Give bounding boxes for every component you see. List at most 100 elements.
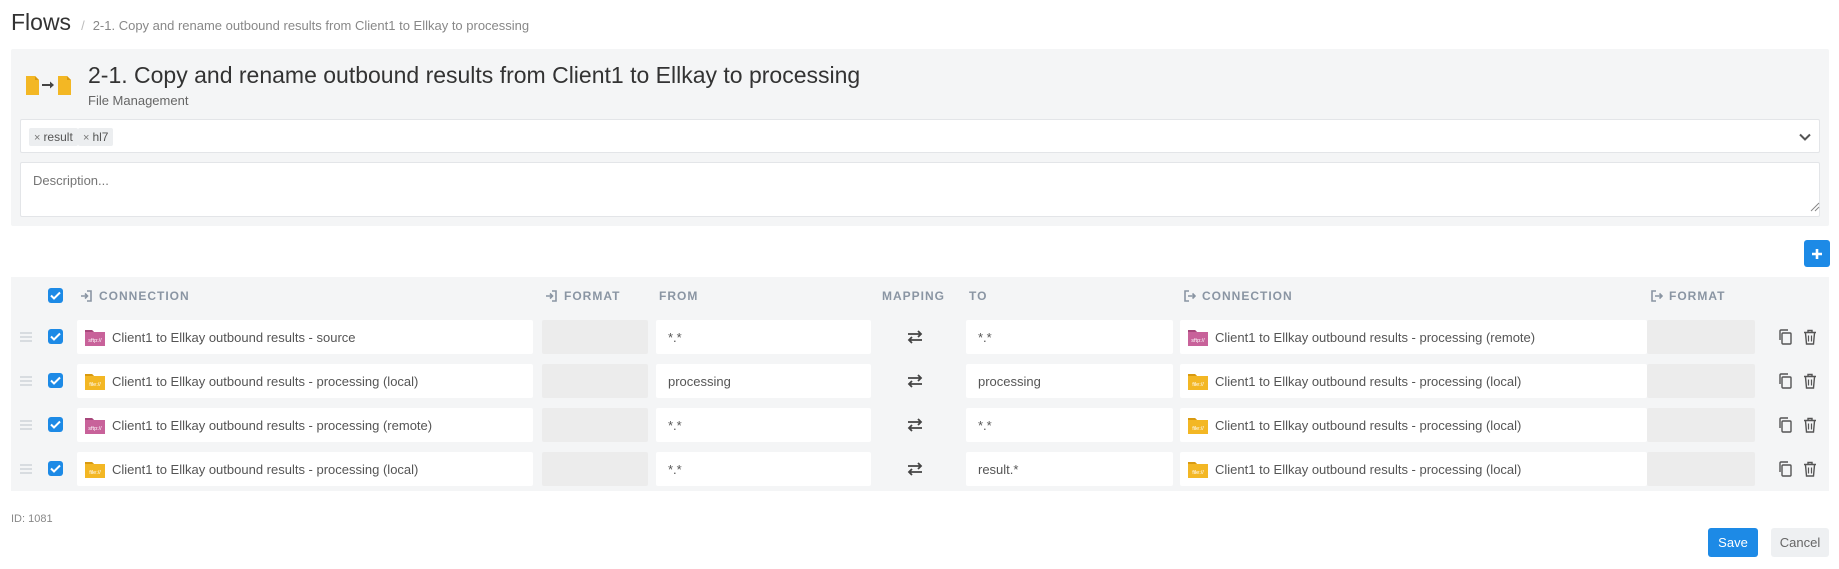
file-folder-icon: file:// [1188,462,1208,478]
target-format-select[interactable] [1647,364,1755,398]
header-to: TO [969,277,987,315]
tag-remove-button[interactable]: × [83,132,89,144]
save-button[interactable]: Save [1708,528,1758,557]
from-pattern-input[interactable]: *.* [656,452,871,486]
header-label: CONNECTION [99,289,190,303]
protocol-badge: file:// [1192,382,1204,388]
breadcrumb: Flows / 2-1. Copy and rename outbound re… [11,9,529,39]
exchange-icon[interactable] [906,373,924,389]
exchange-icon[interactable] [906,417,924,433]
to-pattern-input[interactable]: *.* [966,408,1173,442]
target-format-select[interactable] [1647,408,1755,442]
source-connection-label: Client1 to Ellkay outbound results - sou… [112,329,356,345]
target-connection-select[interactable]: file:// Client1 to Ellkay outbound resul… [1180,452,1647,486]
exchange-icon[interactable] [906,461,924,477]
resize-grip-icon[interactable] [1810,202,1820,212]
drag-handle-icon[interactable] [19,331,33,343]
header-mapping: MAPPING [882,277,945,315]
copy-icon[interactable] [1778,461,1792,477]
source-connection-label: Client1 to Ellkay outbound results - pro… [112,461,419,477]
header-format-out: FORMAT [1650,277,1725,315]
table-row: sftp:// Client1 to Ellkay outbound resul… [11,315,1829,359]
row-checkbox[interactable] [48,373,63,388]
source-format-select[interactable] [542,320,648,354]
drag-handle-icon[interactable] [19,419,33,431]
from-pattern-value: *.* [668,417,682,433]
drag-handle-icon[interactable] [19,463,33,475]
file-folder-icon: file:// [1188,374,1208,390]
sign-in-icon [81,290,92,302]
sign-out-icon [1184,290,1196,302]
copy-icon[interactable] [1778,417,1792,433]
sftp-folder-icon: sftp:// [85,330,105,346]
from-pattern-value: processing [668,373,731,389]
source-format-select[interactable] [542,408,648,442]
header-label: MAPPING [882,289,946,303]
flow-title[interactable]: 2-1. Copy and rename outbound results fr… [88,62,860,89]
plus-icon [1812,248,1822,259]
sftp-folder-icon: sftp:// [85,418,105,434]
target-connection-label: Client1 to Ellkay outbound results - pro… [1215,329,1536,345]
source-format-select[interactable] [542,364,648,398]
header-format-in: FORMAT [545,277,620,315]
to-pattern-value: result.* [978,461,1019,477]
protocol-badge: sftp:// [1191,338,1205,344]
trash-icon[interactable] [1803,373,1817,389]
to-pattern-value: *.* [978,329,992,345]
to-pattern-input[interactable]: *.* [966,320,1173,354]
source-format-select[interactable] [542,452,648,486]
trash-icon[interactable] [1803,329,1817,345]
from-pattern-input[interactable]: *.* [656,408,871,442]
cancel-button[interactable]: Cancel [1771,528,1829,557]
from-pattern-input[interactable]: *.* [656,320,871,354]
sign-in-icon [546,290,557,302]
source-connection-select[interactable]: file:// Client1 to Ellkay outbound resul… [77,364,533,398]
exchange-icon[interactable] [906,329,924,345]
breadcrumb-root-link[interactable]: Flows [11,9,71,36]
source-connection-label: Client1 to Ellkay outbound results - pro… [112,417,433,433]
from-pattern-value: *.* [668,329,682,345]
from-pattern-input[interactable]: processing [656,364,871,398]
record-id: ID: 1081 [11,513,53,525]
copy-icon[interactable] [1778,373,1792,389]
add-row-button[interactable] [1804,240,1830,267]
to-pattern-input[interactable]: result.* [966,452,1173,486]
source-connection-select[interactable]: sftp:// Client1 to Ellkay outbound resul… [77,320,533,354]
header-label: FORMAT [564,289,621,303]
row-checkbox[interactable] [48,417,63,432]
checkmark-icon [50,332,61,341]
target-connection-select[interactable]: file:// Client1 to Ellkay outbound resul… [1180,364,1647,398]
target-connection-label: Client1 to Ellkay outbound results - pro… [1215,417,1522,433]
source-connection-select[interactable]: file:// Client1 to Ellkay outbound resul… [77,452,533,486]
row-checkbox[interactable] [48,461,63,476]
from-pattern-value: *.* [668,461,682,477]
protocol-badge: sftp:// [88,426,102,432]
row-checkbox[interactable] [48,329,63,344]
trash-icon[interactable] [1803,461,1817,477]
source-connection-label: Client1 to Ellkay outbound results - pro… [112,373,419,389]
chevron-down-icon[interactable] [1797,129,1813,145]
description-field[interactable] [20,162,1820,217]
target-connection-label: Client1 to Ellkay outbound results - pro… [1215,373,1522,389]
to-pattern-input[interactable]: processing [966,364,1173,398]
breadcrumb-separator: / [81,18,85,33]
protocol-badge: sftp:// [88,338,102,344]
target-connection-select[interactable]: sftp:// Client1 to Ellkay outbound resul… [1180,320,1647,354]
target-format-select[interactable] [1647,452,1755,486]
sftp-folder-icon: sftp:// [1188,330,1208,346]
target-format-select[interactable] [1647,320,1755,354]
source-connection-select[interactable]: sftp:// Client1 to Ellkay outbound resul… [77,408,533,442]
tags-input[interactable]: × result × hl7 [20,119,1820,153]
header-label: FORMAT [1669,289,1726,303]
tag-label: hl7 [92,130,109,144]
protocol-badge: file:// [1192,470,1204,476]
header-connection-out: CONNECTION [1183,277,1293,315]
drag-handle-icon[interactable] [19,375,33,387]
tag-remove-button[interactable]: × [34,132,40,144]
tag-label: result [43,130,73,144]
select-all-checkbox[interactable] [48,288,63,303]
trash-icon[interactable] [1803,417,1817,433]
target-connection-select[interactable]: file:// Client1 to Ellkay outbound resul… [1180,408,1647,442]
copy-icon[interactable] [1778,329,1792,345]
file-to-file-icon [26,76,71,95]
